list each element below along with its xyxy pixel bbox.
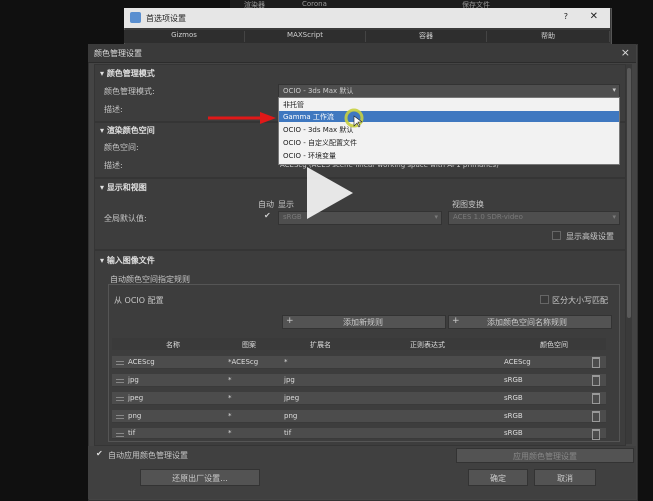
drag-handle-icon[interactable] xyxy=(116,415,124,419)
plus-icon: + xyxy=(286,316,294,326)
preferences-titlebar: 首选项设置 ? ✕ xyxy=(124,8,610,28)
section-display-header[interactable]: ▾ 显示和视图 xyxy=(100,182,147,193)
cancel-button[interactable]: 取消 xyxy=(534,469,596,486)
column-name: 名称 xyxy=(166,341,180,349)
auto-checkbox[interactable]: ✔ xyxy=(264,211,271,220)
section-mode-header[interactable]: ▾ 颜色管理模式 xyxy=(100,68,155,79)
mode-desc-label: 描述: xyxy=(104,105,123,114)
dialog-title: 颜色管理设置 xyxy=(94,49,142,58)
column-pattern: 图案 xyxy=(242,341,256,349)
cursor-highlight-icon xyxy=(344,108,364,128)
apply-settings-button[interactable]: 应用颜色管理设置 xyxy=(456,448,634,463)
rules-table-header: 名称 图案 扩展名 正则表达式 颜色空间 xyxy=(112,338,606,350)
from-ocio-label: 从 OCIO 配置 xyxy=(114,296,164,305)
dropdown-option-ocio-env[interactable]: OCIO - 环境变量 xyxy=(279,150,619,161)
trash-icon[interactable] xyxy=(592,393,600,404)
chevron-down-icon: ▾ xyxy=(434,213,438,221)
case-sensitive-checkbox[interactable] xyxy=(540,295,549,304)
scrollbar-thumb[interactable] xyxy=(627,68,631,318)
drag-handle-icon[interactable] xyxy=(116,379,124,383)
tab-help[interactable]: 帮助 xyxy=(487,31,610,42)
case-sensitive-label: 区分大小写匹配 xyxy=(552,296,608,305)
mode-select[interactable]: OCIO - 3ds Max 默认 ▾ xyxy=(278,84,620,98)
tab-containers[interactable]: 容器 xyxy=(366,31,487,42)
drag-handle-icon[interactable] xyxy=(116,433,124,437)
column-regex: 正则表达式 xyxy=(410,341,445,349)
table-row[interactable]: jpg * jpg sRGB xyxy=(112,374,606,387)
section-input-header[interactable]: ▾ 输入图像文件 xyxy=(100,255,155,266)
chevron-down-icon: ▾ xyxy=(612,86,616,94)
auto-apply-label: 自动应用颜色管理设置 xyxy=(108,451,188,460)
chevron-down-icon: ▾ xyxy=(612,213,616,221)
app-icon xyxy=(130,12,141,23)
table-row[interactable]: png * png sRGB xyxy=(112,410,606,423)
play-icon[interactable] xyxy=(297,163,357,223)
tab-gizmos[interactable]: Gizmos xyxy=(124,31,245,42)
dropdown-option-unmanaged[interactable]: 非托管 xyxy=(279,99,619,110)
column-colorspace: 颜色空间 xyxy=(540,341,568,349)
table-row[interactable]: tif * tif sRGB xyxy=(112,428,606,440)
close-icon[interactable]: ✕ xyxy=(590,11,598,22)
trash-icon[interactable] xyxy=(592,411,600,422)
drag-handle-icon[interactable] xyxy=(116,397,124,401)
auto-apply-checkbox[interactable]: ✔ xyxy=(96,449,103,458)
renderer-value: Corona xyxy=(302,0,327,8)
reset-defaults-button[interactable]: 还原出厂设置... xyxy=(140,469,260,486)
trash-icon[interactable] xyxy=(592,357,600,368)
dropdown-option-ocio-default[interactable]: OCIO - 3ds Max 默认 xyxy=(279,124,619,135)
auto-label: 自动 xyxy=(258,200,274,209)
column-extension: 扩展名 xyxy=(310,341,331,349)
ok-button[interactable]: 确定 xyxy=(468,469,528,486)
advanced-checkbox[interactable] xyxy=(552,231,561,240)
view-transform-select[interactable]: ACES 1.0 SDR-video ▾ xyxy=(448,211,620,225)
help-icon[interactable]: ? xyxy=(564,12,568,21)
preferences-title: 首选项设置 xyxy=(146,14,186,23)
preferences-tabs: Gizmos MAXScript 容器 帮助 xyxy=(124,30,610,43)
dialog-titlebar: 颜色管理设置 × xyxy=(88,44,636,63)
view-transform-label: 视图变换 xyxy=(452,200,484,209)
display-label: 显示 xyxy=(278,200,294,209)
mode-label: 颜色管理模式: xyxy=(104,87,155,96)
tab-maxscript[interactable]: MAXScript xyxy=(245,31,366,42)
section-render-header[interactable]: ▾ 渲染颜色空间 xyxy=(100,125,155,136)
trash-icon[interactable] xyxy=(592,375,600,386)
red-arrow-icon xyxy=(208,112,276,124)
render-space-label: 颜色空间: xyxy=(104,143,139,152)
dropdown-option-ocio-custom[interactable]: OCIO - 自定义配置文件 xyxy=(279,137,619,148)
trash-icon[interactable] xyxy=(592,429,600,440)
advanced-label: 显示高级设置 xyxy=(566,232,614,241)
table-row[interactable]: ACEScg *ACEScg * ACEScg xyxy=(112,356,606,369)
table-row[interactable]: jpeg * jpeg sRGB xyxy=(112,392,606,405)
scrollbar-track[interactable] xyxy=(626,64,632,444)
dialog-close-icon[interactable]: × xyxy=(621,46,630,59)
plus-icon: + xyxy=(452,316,460,326)
add-name-rule-button[interactable]: + 添加颜色空间名称规则 xyxy=(448,315,612,329)
background-toolbar: 渲染器 Corona 保存文件 xyxy=(230,0,550,9)
mode-dropdown-list: 非托管 Gamma 工作流 OCIO - 3ds Max 默认 OCIO - 自… xyxy=(278,97,620,165)
render-desc-label: 描述: xyxy=(104,161,123,170)
dropdown-option-gamma[interactable]: Gamma 工作流 xyxy=(279,111,619,122)
global-default-label: 全局默认值: xyxy=(104,214,147,223)
drag-handle-icon[interactable] xyxy=(116,361,124,365)
add-rule-button[interactable]: + 添加新规则 xyxy=(282,315,446,329)
